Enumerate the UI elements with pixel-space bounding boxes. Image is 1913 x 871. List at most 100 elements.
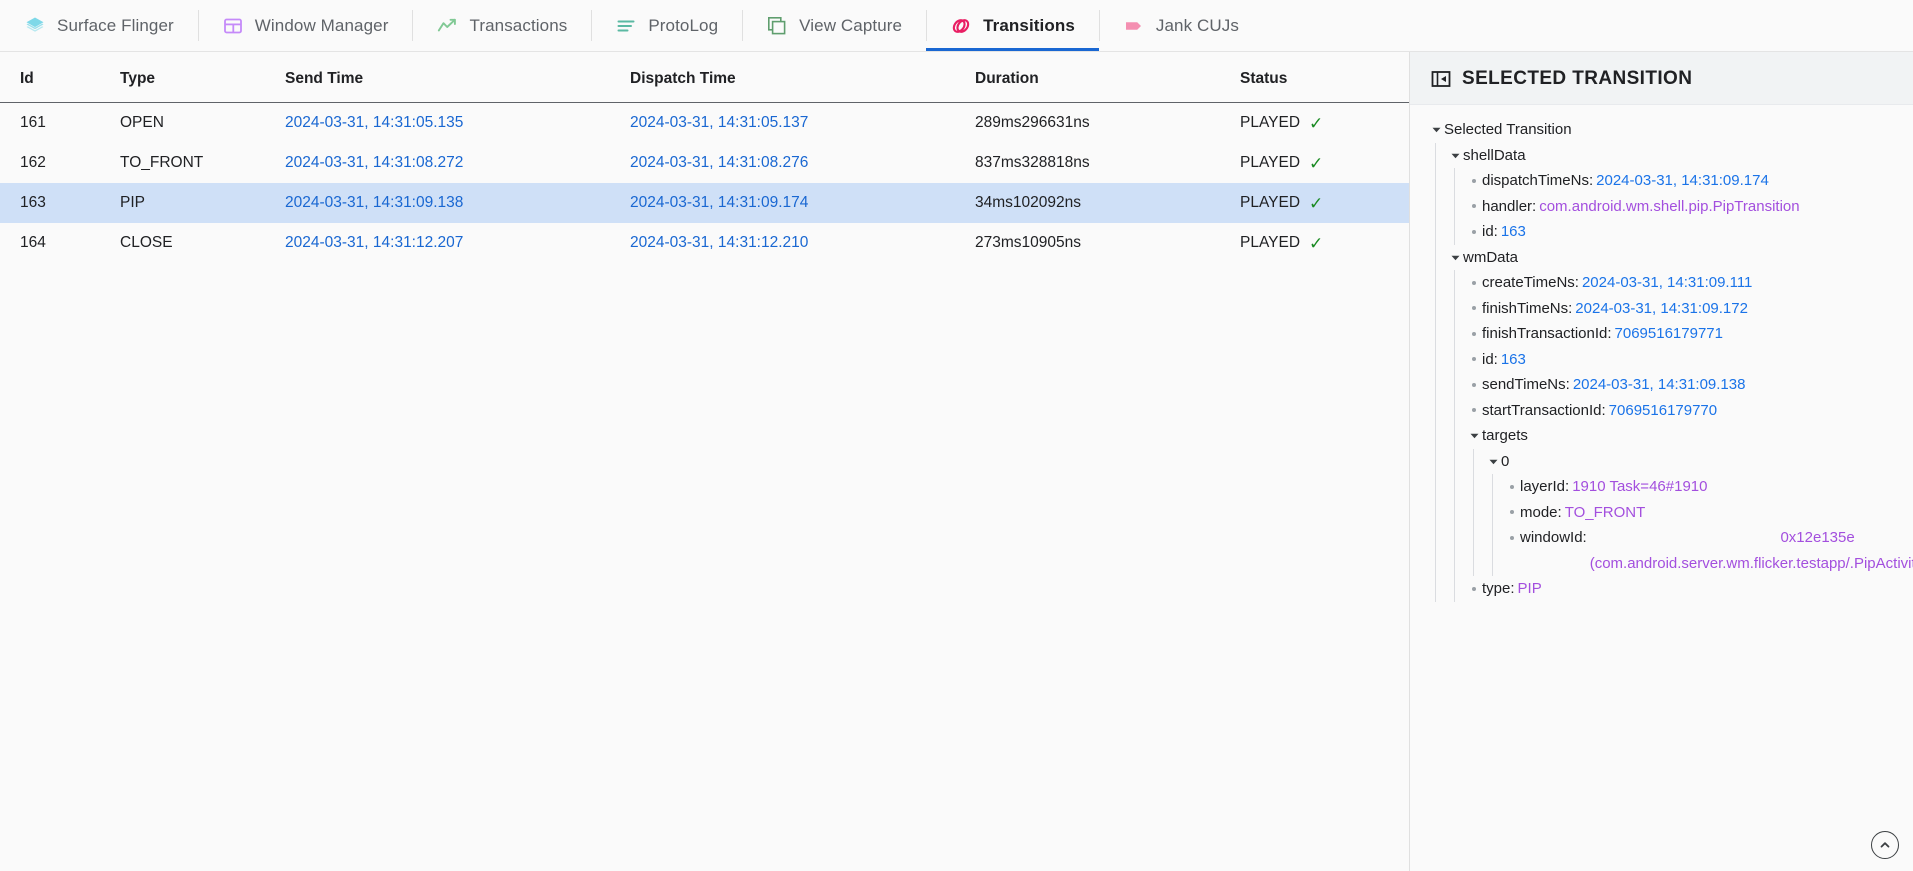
table-row[interactable]: 164 CLOSE 2024-03-31, 14:31:12.207 2024-03-… [0,223,1410,263]
tab-window-manager[interactable]: Window Manager [198,0,413,51]
collapse-panel-icon[interactable] [1430,68,1452,90]
tree-leaf-wm-1-value[interactable]: 2024-03-31, 14:31:09.172 [1575,296,1748,322]
chevron-down-icon[interactable] [1447,245,1463,271]
transition-id-cell: 163 [0,183,120,223]
tree-leaf-wm-1[interactable]: finishTimeNs:2024-03-31, 14:31:09.172 [1466,296,1907,322]
tree-leaf-type[interactable]: type:PIP [1466,576,1907,602]
selected-transition-header: SELECTED TRANSITION [1410,52,1913,105]
transition-type-cell: CLOSE [120,223,285,263]
chevron-down-icon[interactable] [1447,143,1463,169]
chevron-down-icon[interactable] [1466,423,1482,449]
table-header-row: Id Type Send Time Dispatch Time Duration… [0,52,1410,103]
duration: 34ms102092ns [975,194,1081,211]
tree-node-selected-transition-row[interactable]: Selected Transition [1428,117,1907,143]
tree-leaf-wm-4[interactable]: sendTimeNs:2024-03-31, 14:31:09.138 [1466,372,1907,398]
tree-leaf-wm-5[interactable]: startTransactionId:7069516179770 [1466,398,1907,424]
dispatch-time[interactable]: 2024-03-31, 14:31:12.210 [630,234,808,251]
tree-leaf-wm-0-value[interactable]: 2024-03-31, 14:31:09.111 [1582,270,1752,296]
list-lines-icon [615,15,637,37]
tab-jank-cujs[interactable]: Jank CUJs [1099,0,1263,51]
send-time[interactable]: 2024-03-31, 14:31:08.272 [285,154,463,171]
column-header-status[interactable]: Status [1240,52,1410,103]
tree-leaf-shell-1[interactable]: handler:com.android.wm.shell.pip.PipTran… [1466,194,1907,220]
tree-leaf-target-1[interactable]: mode:TO_FRONT [1504,500,1907,526]
bullet-icon [1504,474,1520,500]
tree-leaf-wm-5-value[interactable]: 7069516179770 [1609,398,1717,424]
chevron-down-icon[interactable] [1485,449,1501,475]
tree-leaf-shell-2[interactable]: id:163 [1466,219,1907,245]
tree-leaf-type-key: type: [1482,576,1515,602]
tree-leaf-wm-4-value[interactable]: 2024-03-31, 14:31:09.138 [1573,372,1746,398]
tree-leaf-shell-1-key: handler: [1482,194,1536,220]
tree-leaf-wm-3-value[interactable]: 163 [1501,347,1526,373]
tab-view-capture[interactable]: View Capture [742,0,926,51]
table-row[interactable]: 161OPEN 2024-03-31, 14:31:05.135 2024-03-3… [0,103,1410,144]
tree-leaf-wm-3[interactable]: id:163 [1466,347,1907,373]
bullet-icon [1466,168,1482,194]
column-header-dispatch-time[interactable]: Dispatch Time [630,52,975,103]
tree-node-shelldata-row[interactable]: shellData [1447,143,1907,169]
tree-leaf-type-value[interactable]: PIP [1518,576,1542,602]
chevron-down-icon[interactable] [1428,117,1444,143]
dispatch-time[interactable]: 2024-03-31, 14:31:08.276 [630,154,808,171]
tab-label: Transactions [469,16,567,36]
column-header-duration[interactable]: Duration [975,52,1240,103]
tree-leaf-target-2-key: windowId: [1520,525,1587,551]
tree-leaf-target-2-value[interactable]: 0x12e135e (com.android.server.wm.flicker… [1590,525,1855,576]
tree-leaf-shell-2-value[interactable]: 163 [1501,219,1526,245]
tree-node-wmdata-label: wmData [1463,245,1518,271]
status-cell: PLAYED✓ [1240,183,1410,223]
transition-id-cell: 164 [0,223,120,263]
tab-surface-flinger[interactable]: Surface Flinger [0,0,198,51]
tree-leaf-shell-0[interactable]: dispatchTimeNs:2024-03-31, 14:31:09.174 [1466,168,1907,194]
send-time[interactable]: 2024-03-31, 14:31:09.138 [285,194,463,211]
column-header-id[interactable]: Id [0,52,120,103]
tree-leaf-wm-2-value[interactable]: 7069516179771 [1615,321,1723,347]
scroll-up-button[interactable] [1871,831,1899,859]
tree-leaf-target-0-key: layerId: [1520,474,1569,500]
tree-leaf-wm-1-key: finishTimeNs: [1482,296,1572,322]
tab-transactions[interactable]: Transactions [412,0,591,51]
dispatch-time-cell: 2024-03-31, 14:31:08.276 [630,143,975,183]
send-time[interactable]: 2024-03-31, 14:31:12.207 [285,234,463,251]
transition-id-cell: 161 [0,103,120,144]
tree-node-targets-children: 0layerId:1910 Task=46#1910mode:TO_FRONTw… [1473,449,1907,577]
tree-leaf-wm-2[interactable]: finishTransactionId:7069516179771 [1466,321,1907,347]
tree-leaf-wm-0[interactable]: createTimeNs:2024-03-31, 14:31:09.111 [1466,270,1907,296]
content-area: Id Type Send Time Dispatch Time Duration… [0,52,1913,871]
tree-leaf-shell-0-value[interactable]: 2024-03-31, 14:31:09.174 [1596,168,1769,194]
column-header-send-time[interactable]: Send Time [285,52,630,103]
tree-node-targets-row[interactable]: targets [1466,423,1907,449]
line-chart-icon [436,15,458,37]
main-tab-bar: Surface FlingerWindow Manager Transaction… [0,0,1913,52]
tree-leaf-target-1-value[interactable]: TO_FRONT [1565,500,1646,526]
transition-type: PIP [120,194,145,211]
dispatch-time[interactable]: 2024-03-31, 14:31:09.174 [630,194,808,211]
tree-leaf-target-2[interactable]: windowId:0x12e135e (com.android.server.w… [1504,525,1907,576]
transition-type-cell: PIP [120,183,285,223]
tab-protolog[interactable]: ProtoLog [591,0,742,51]
tree-leaf-wm-0-key: createTimeNs: [1482,270,1579,296]
transition-type: OPEN [120,114,164,131]
duration-cell: 837ms328818ns [975,143,1240,183]
table-row[interactable]: 162TO_FRONT2024-03-31, 14:31:08.2722024-… [0,143,1410,183]
tab-transitions[interactable]: Transitions [926,0,1099,51]
tree-leaf-shell-2-key: id: [1482,219,1498,245]
tree-leaf-target-0-value[interactable]: 1910 Task=46#1910 [1572,474,1707,500]
transitions-icon [950,15,972,37]
tree-leaf-shell-1-value[interactable]: com.android.wm.shell.pip.PipTransition [1539,194,1799,220]
transition-type-cell: TO_FRONT [120,143,285,183]
transition-type: CLOSE [120,234,173,251]
tree-node-wmdata-children: createTimeNs:2024-03-31, 14:31:09.111fin… [1454,270,1907,602]
tree-node-target-0-row[interactable]: 0 [1485,449,1907,475]
duration: 837ms328818ns [975,154,1090,171]
table-row[interactable]: 163PIP 2024-03-31, 14:31:09.138 2024-03-31… [0,183,1410,223]
send-time[interactable]: 2024-03-31, 14:31:05.135 [285,114,463,131]
status-cell: PLAYED✓ [1240,223,1410,263]
dispatch-time[interactable]: 2024-03-31, 14:31:05.137 [630,114,808,131]
send-time-cell: 2024-03-31, 14:31:08.272 [285,143,630,183]
tree-leaf-target-0[interactable]: layerId:1910 Task=46#1910 [1504,474,1907,500]
column-header-type[interactable]: Type [120,52,285,103]
tree-node-wmdata-row[interactable]: wmData [1447,245,1907,271]
transition-id: 164 [20,234,46,251]
